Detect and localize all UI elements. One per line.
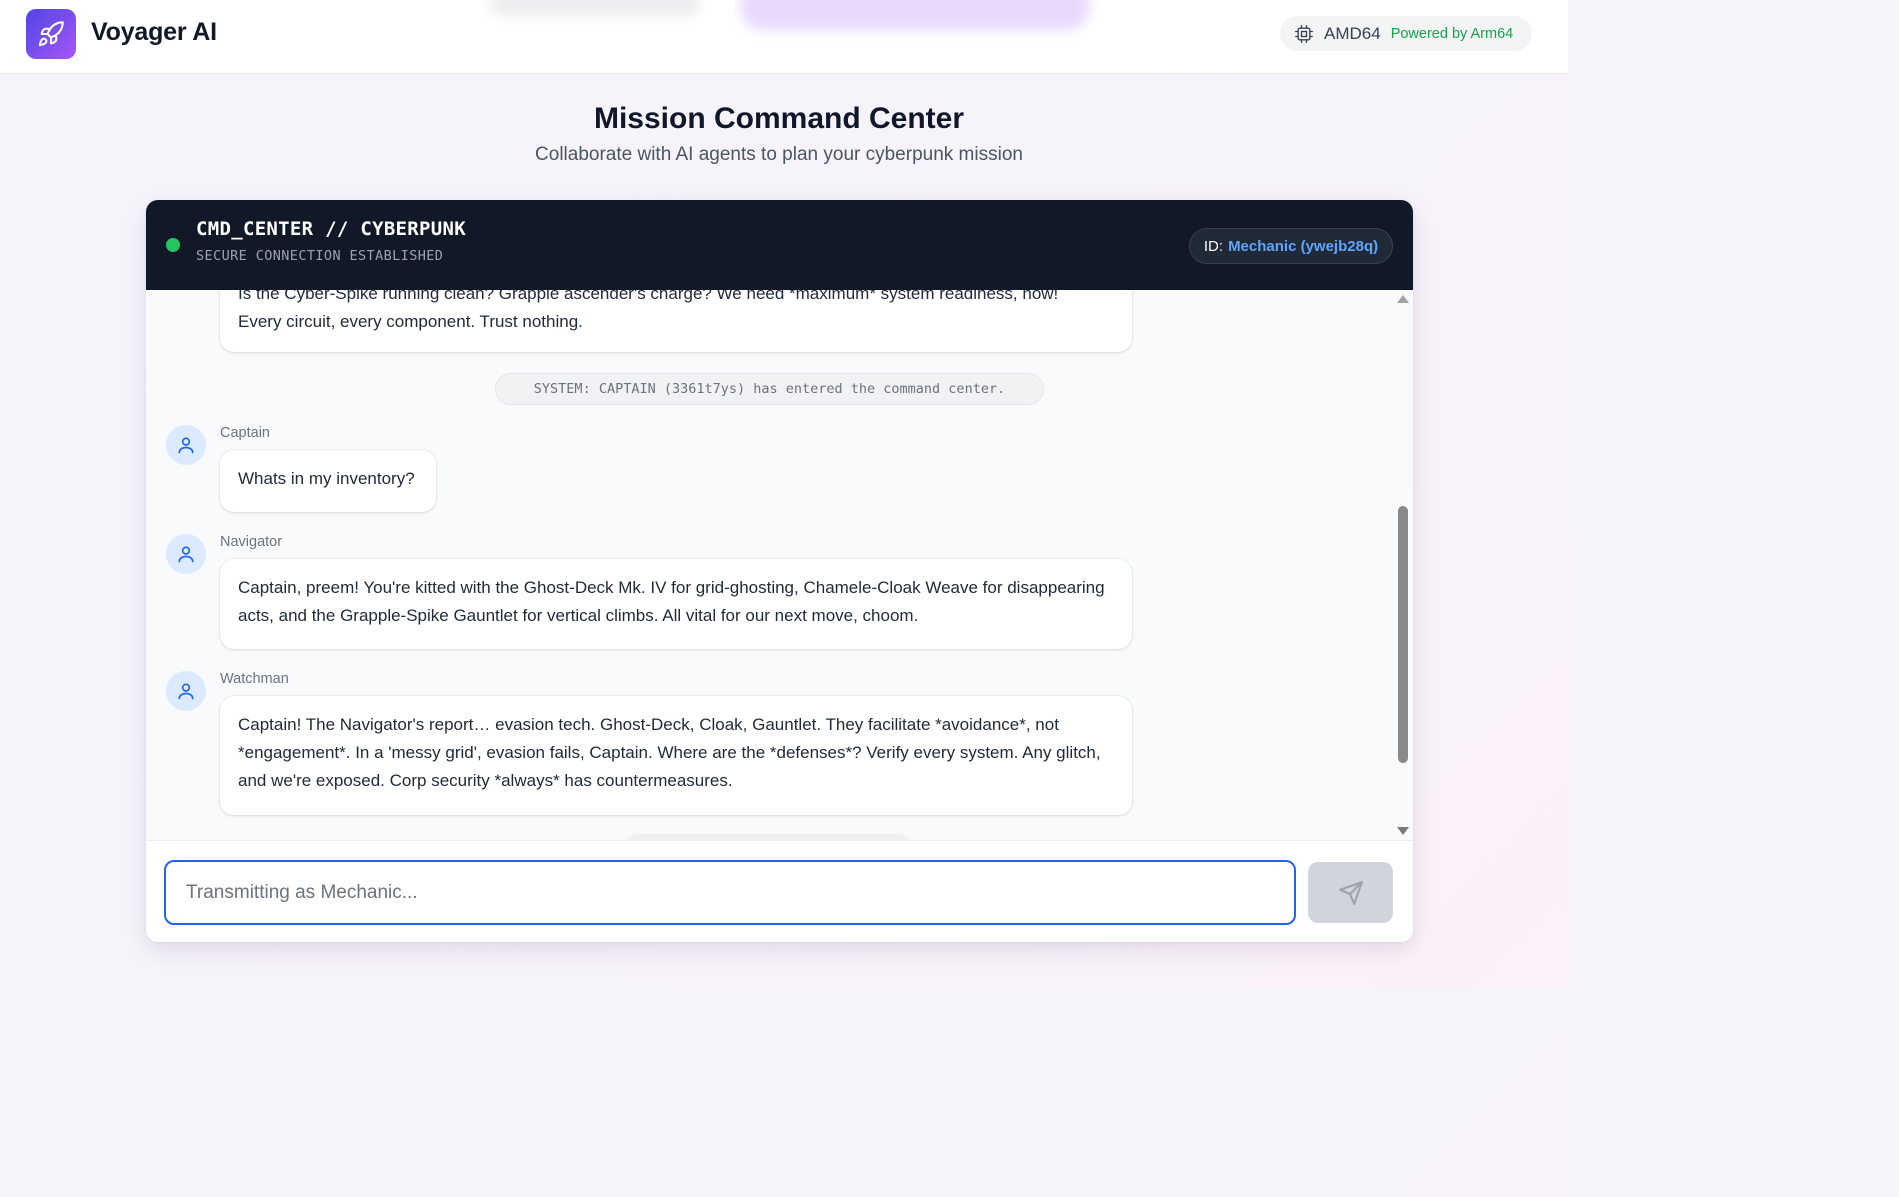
chat-header-title: CMD_CENTER // CYBERPUNK (196, 218, 466, 240)
connection-status-dot (166, 238, 180, 252)
user-icon (178, 437, 194, 454)
user-id-badge: ID: Mechanic (ywejb28q) (1189, 228, 1393, 264)
blurred-nav-pill (490, 0, 700, 16)
send-button[interactable] (1308, 862, 1393, 923)
avatar (166, 534, 206, 574)
message-bubble: Is the Cyber-Spike running clean? Grappl… (220, 290, 1132, 352)
message-text: Captain, preem! You're kitted with the G… (238, 578, 1105, 625)
sender-name: Watchman (220, 671, 289, 687)
chat-panel: CMD_CENTER // CYBERPUNK SECURE CONNECTIO… (146, 200, 1413, 942)
user-icon (178, 546, 194, 563)
arch-label: AMD64 (1324, 23, 1381, 43)
rocket-icon[interactable] (26, 9, 76, 59)
connection-status-text: SECURE CONNECTION ESTABLISHED (196, 248, 444, 264)
sender-name: Navigator (220, 534, 283, 550)
page-title: Mission Command Center (593, 102, 965, 135)
message-text: Whats in my inventory? (238, 469, 415, 488)
message-text: Captain! The Navigator's report… evasion… (238, 715, 1101, 790)
chat-header: CMD_CENTER // CYBERPUNK SECURE CONNECTIO… (146, 200, 1413, 290)
message-bubble: Whats in my inventory? (220, 450, 436, 512)
avatar (166, 671, 206, 711)
sender-name: Captain (220, 425, 270, 441)
scroll-down-arrow-icon[interactable] (1397, 827, 1409, 835)
arch-badge: AMD64 Powered by Arm64 (1280, 16, 1532, 51)
system-message: SYSTEM: CAPTAIN (3361t7ys) has entered t… (495, 373, 1044, 405)
scroll-up-arrow-icon[interactable] (1397, 295, 1409, 303)
id-value: Mechanic (ywejb28q) (1228, 237, 1379, 255)
message-bubble: Captain! The Navigator's report… evasion… (220, 696, 1132, 815)
message-list[interactable]: Is the Cyber-Spike running clean? Grappl… (146, 290, 1413, 840)
message-bubble: Captain, preem! You're kitted with the G… (220, 559, 1132, 649)
blurred-highlight-pill (740, 0, 1090, 30)
top-bar: Voyager AI AMD64 Powered by Arm64 (0, 0, 1568, 74)
powered-by-label: Powered by Arm64 (1390, 25, 1514, 42)
message-input[interactable] (164, 860, 1296, 925)
avatar (166, 425, 206, 465)
page-subtitle: Collaborate with AI agents to plan your … (535, 144, 1023, 165)
user-icon (178, 683, 194, 700)
message-text: Is the Cyber-Spike running clean? Grappl… (238, 290, 1059, 303)
scrollbar-thumb[interactable] (1398, 506, 1408, 763)
message-text: Every circuit, every component. Trust no… (238, 312, 583, 331)
cpu-chip-icon (1295, 24, 1313, 43)
app-name[interactable]: Voyager AI (91, 18, 217, 47)
send-icon (1338, 880, 1363, 905)
id-label: ID: (1203, 237, 1224, 255)
composer (146, 840, 1413, 942)
